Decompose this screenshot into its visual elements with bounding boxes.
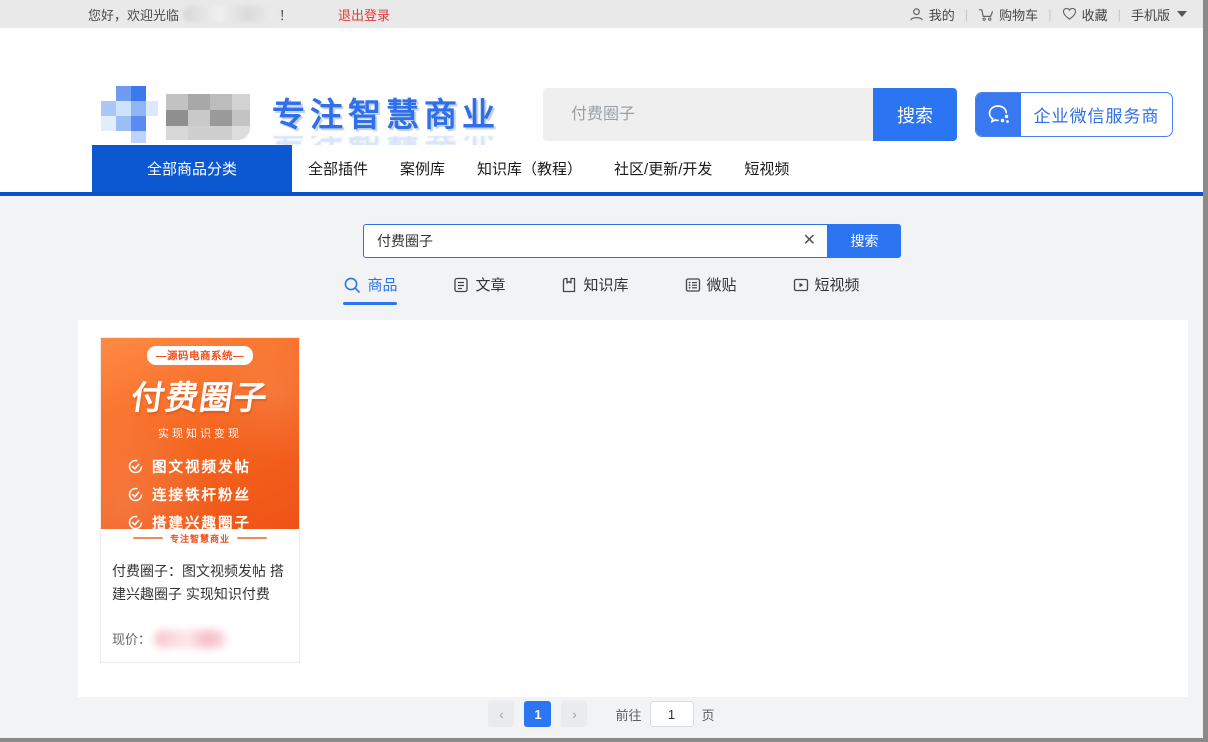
greeting-suffix: ！ xyxy=(279,5,292,24)
goto-page: 前往 页 xyxy=(615,701,714,727)
tab-knowledge[interactable]: 知识库 xyxy=(561,274,628,305)
wecom-icon xyxy=(976,93,1021,136)
tab-videos-label: 短视频 xyxy=(815,274,860,295)
greeting: 您好，欢迎光临 ！ xyxy=(88,5,292,24)
wecom-button-label: 企业微信服务商 xyxy=(1021,102,1172,127)
cart-label: 购物车 xyxy=(999,5,1038,24)
footer-line xyxy=(133,537,163,539)
goto-page-input[interactable] xyxy=(650,701,694,727)
cart-icon xyxy=(978,7,994,22)
result-tabs: 商品 文章 知识库 xyxy=(0,274,1203,305)
results-panel: —源码电商系统— 付费圈子 实现知识变现 图文视频发帖 xyxy=(78,320,1188,697)
browser-window: 您好，欢迎光临 ！ 退出登录 我的 | 购物车 | xyxy=(0,0,1208,742)
nav-item-community[interactable]: 社区/更新/开发 xyxy=(614,158,712,179)
divider: | xyxy=(965,7,968,22)
nav-item-plugins[interactable]: 全部插件 xyxy=(308,158,368,179)
pagination: ‹ 1 › 前往 页 xyxy=(0,701,1203,727)
site-header: 专注智慧商业 专注智慧商业 搜索 企业微信服务商 xyxy=(0,28,1203,145)
product-image: —源码电商系统— 付费圈子 实现知识变现 图文视频发帖 xyxy=(101,338,299,529)
price-label: 现价： xyxy=(112,629,151,648)
my-account-label: 我的 xyxy=(929,5,955,24)
header-search-input[interactable] xyxy=(543,88,873,141)
search-input[interactable] xyxy=(363,224,828,258)
tab-posts-label: 微贴 xyxy=(707,274,737,295)
greeting-prefix: 您好，欢迎光临 xyxy=(88,5,179,24)
heart-icon xyxy=(1062,7,1077,21)
image-footer: 专注智慧商业 xyxy=(101,529,299,547)
page-unit-label: 页 xyxy=(702,705,715,724)
redacted-username xyxy=(183,6,275,22)
caret-down-icon xyxy=(1177,11,1187,17)
topbar-links: 我的 | 购物车 | 收藏 | 手机版 xyxy=(909,5,1187,24)
site-logo-pixelated[interactable] xyxy=(100,86,252,144)
image-feature-list: 图文视频发帖 连接铁杆粉丝 搭建兴趣圈子 xyxy=(101,452,299,529)
logout-link[interactable]: 退出登录 xyxy=(338,5,390,24)
mobile-version-menu[interactable]: 手机版 xyxy=(1131,5,1187,24)
footer-text: 专注智慧商业 xyxy=(170,532,230,545)
check-circle-icon xyxy=(128,515,143,530)
search-box: ✕ xyxy=(363,224,828,258)
feature-text: 搭建兴趣圈子 xyxy=(152,512,251,530)
feature-item: 图文视频发帖 xyxy=(101,452,299,480)
goto-label: 前往 xyxy=(615,705,641,724)
search-icon xyxy=(343,276,361,294)
favorites-label: 收藏 xyxy=(1082,5,1108,24)
main-nav: 全部商品分类 全部插件 案例库 知识库（教程） 社区/更新/开发 短视频 xyxy=(0,145,1203,192)
tab-goods-label: 商品 xyxy=(367,274,397,295)
image-subtitle: 实现知识变现 xyxy=(101,425,299,441)
current-page-button[interactable]: 1 xyxy=(524,701,551,727)
product-price-row: 现价： xyxy=(101,629,299,662)
mobile-version-label: 手机版 xyxy=(1131,5,1170,24)
next-page-button[interactable]: › xyxy=(561,701,587,727)
tab-goods[interactable]: 商品 xyxy=(343,274,397,305)
video-icon xyxy=(793,277,809,293)
divider: | xyxy=(1118,7,1121,22)
article-icon xyxy=(453,277,469,293)
favorites-link[interactable]: 收藏 xyxy=(1062,5,1108,24)
nav-items: 全部插件 案例库 知识库（教程） 社区/更新/开发 短视频 xyxy=(308,145,789,192)
tab-videos[interactable]: 短视频 xyxy=(793,274,860,305)
image-badge: —源码电商系统— xyxy=(147,346,253,365)
wecom-service-button[interactable]: 企业微信服务商 xyxy=(975,92,1173,137)
nav-item-videos[interactable]: 短视频 xyxy=(744,158,789,179)
search-section: ✕ 搜索 xyxy=(363,224,901,258)
list-icon xyxy=(685,277,701,293)
feature-text: 图文视频发帖 xyxy=(152,456,251,477)
nav-all-categories[interactable]: 全部商品分类 xyxy=(92,145,292,192)
my-account-link[interactable]: 我的 xyxy=(909,5,955,24)
product-card[interactable]: —源码电商系统— 付费圈子 实现知识变现 图文视频发帖 xyxy=(100,337,300,663)
tab-articles-label: 文章 xyxy=(475,274,505,295)
book-icon xyxy=(561,277,577,293)
feature-item: 连接铁杆粉丝 xyxy=(101,480,299,508)
image-title: 付费圈子 xyxy=(101,371,299,419)
cart-link[interactable]: 购物车 xyxy=(978,5,1038,24)
nav-accent-line xyxy=(0,192,1203,196)
feature-item: 搭建兴趣圈子 xyxy=(101,508,299,529)
slogan-text: 专注智慧商业 xyxy=(272,88,532,136)
topbar: 您好，欢迎光临 ！ 退出登录 我的 | 购物车 | xyxy=(0,0,1203,28)
product-title: 付费圈子：图文视频发帖 搭建兴趣圈子 实现知识付费 xyxy=(101,547,299,606)
tab-articles[interactable]: 文章 xyxy=(453,274,505,305)
clear-icon[interactable]: ✕ xyxy=(803,232,816,250)
divider: | xyxy=(1048,7,1051,22)
nav-item-knowledge[interactable]: 知识库（教程） xyxy=(477,158,582,179)
search-button[interactable]: 搜索 xyxy=(828,224,901,258)
check-circle-icon xyxy=(128,487,143,502)
user-icon xyxy=(909,7,924,22)
nav-item-cases[interactable]: 案例库 xyxy=(400,158,445,179)
check-circle-icon xyxy=(128,459,143,474)
tab-posts[interactable]: 微贴 xyxy=(685,274,737,305)
redacted-price xyxy=(154,630,226,648)
prev-page-button[interactable]: ‹ xyxy=(488,701,514,727)
footer-line xyxy=(237,537,267,539)
tab-knowledge-label: 知识库 xyxy=(583,274,628,295)
feature-text: 连接铁杆粉丝 xyxy=(152,484,251,505)
header-search-button[interactable]: 搜索 xyxy=(873,88,957,141)
